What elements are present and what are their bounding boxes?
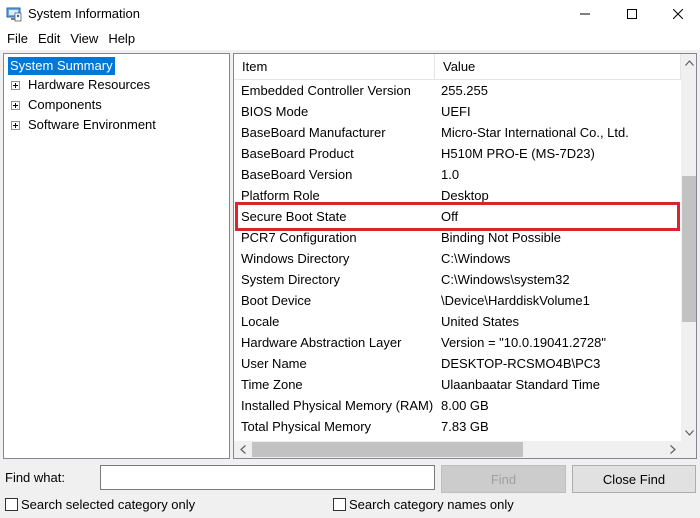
tree-item-software-environment[interactable]: Software Environment	[28, 116, 156, 134]
row-value: 1.0	[441, 167, 460, 182]
row-item: Embedded Controller Version	[241, 83, 411, 98]
row-item: Locale	[241, 314, 280, 329]
category-tree: System Summary Hardware Resources Compon…	[3, 53, 230, 459]
close-button[interactable]	[655, 0, 700, 28]
search-category-names-checkbox[interactable]	[333, 498, 346, 511]
row-value: United States	[441, 314, 520, 329]
row-value: Micro-Star International Co., Ltd.	[441, 125, 629, 140]
row-value: C:\Windows	[441, 251, 511, 266]
row-item: BaseBoard Product	[241, 146, 354, 161]
close-find-button[interactable]: Close Find	[572, 465, 696, 493]
horizontal-scrollbar[interactable]	[234, 441, 681, 458]
maximize-icon	[627, 9, 637, 19]
title-bar: System Information	[0, 0, 700, 28]
scroll-right-button[interactable]	[664, 441, 681, 458]
maximize-button[interactable]	[609, 0, 655, 28]
row-item: BaseBoard Version	[241, 167, 353, 182]
find-what-label: Find what:	[5, 470, 65, 485]
find-button[interactable]: Find	[441, 465, 566, 493]
row-value: UEFI	[441, 104, 471, 119]
tree-item-hardware-resources[interactable]: Hardware Resources	[28, 76, 150, 94]
tree-item-components[interactable]: Components	[28, 96, 102, 114]
column-header-item[interactable]: Item	[234, 54, 435, 80]
row-value: DESKTOP-RCSMO4B\PC3	[441, 356, 601, 371]
row-value: C:\Windows\system32	[441, 272, 570, 287]
chevron-up-icon	[685, 59, 694, 66]
expand-hardware-resources-icon[interactable]	[11, 81, 20, 90]
table-row[interactable]: Total Physical Memory 7.83 GB	[234, 416, 681, 437]
minimize-icon	[580, 13, 590, 15]
row-value: \Device\HarddiskVolume1	[441, 293, 590, 308]
table-row[interactable]: User Name DESKTOP-RCSMO4B\PC3	[234, 353, 681, 374]
minimize-button[interactable]	[562, 0, 608, 28]
vertical-scrollbar[interactable]	[681, 54, 696, 441]
chevron-right-icon	[669, 445, 676, 454]
column-header-value[interactable]: Value	[435, 54, 681, 80]
window-title: System Information	[28, 6, 140, 21]
table-row[interactable]: Windows Directory C:\Windows	[234, 248, 681, 269]
row-item: Total Physical Memory	[241, 419, 372, 434]
chevron-left-icon	[239, 445, 246, 454]
row-item: Hardware Abstraction Layer	[241, 335, 402, 350]
row-item: BIOS Mode	[241, 104, 309, 119]
table-row[interactable]: System Directory C:\Windows\system32	[234, 269, 681, 290]
tree-item-system-summary[interactable]: System Summary	[8, 57, 115, 75]
menu-bar: File Edit View Help	[0, 28, 700, 50]
row-value: Ulaanbaatar Standard Time	[441, 377, 600, 392]
table-row[interactable]: BaseBoard Manufacturer Micro-Star Interna…	[234, 122, 681, 143]
chevron-down-icon	[685, 429, 694, 436]
menu-help[interactable]: Help	[103, 29, 140, 49]
horizontal-scroll-thumb[interactable]	[252, 442, 523, 457]
find-what-input[interactable]	[100, 465, 435, 490]
system-information-icon	[6, 7, 22, 22]
scroll-up-button[interactable]	[681, 54, 696, 71]
menu-edit[interactable]: Edit	[33, 29, 65, 49]
secure-boot-highlight	[235, 202, 680, 231]
details-list: Item Value Embedded Controller Version 25…	[233, 53, 697, 459]
row-value: 255.255	[441, 83, 488, 98]
table-row[interactable]: Embedded Controller Version 255.255	[234, 80, 681, 101]
row-item: BaseBoard Manufacturer	[241, 125, 386, 140]
table-row[interactable]: BaseBoard Product H510M PRO-E (MS-7D23)	[234, 143, 681, 164]
expand-components-icon[interactable]	[11, 101, 20, 110]
table-row[interactable]: Installed Physical Memory (RAM) 8.00 GB	[234, 395, 681, 416]
scroll-down-button[interactable]	[681, 424, 696, 441]
row-item: System Directory	[241, 272, 340, 287]
search-selected-category-label: Search selected category only	[21, 497, 196, 512]
row-item: Boot Device	[241, 293, 312, 308]
table-row[interactable]: Locale United States	[234, 311, 681, 332]
table-row[interactable]: BaseBoard Version 1.0	[234, 164, 681, 185]
row-item: Time Zone	[241, 377, 303, 392]
row-item: Windows Directory	[241, 251, 350, 266]
scrollbar-corner	[681, 441, 696, 458]
row-item: User Name	[241, 356, 307, 371]
menu-view[interactable]: View	[65, 29, 103, 49]
table-row[interactable]: BIOS Mode UEFI	[234, 101, 681, 122]
row-item: Installed Physical Memory (RAM)	[241, 398, 434, 413]
expand-software-environment-icon[interactable]	[11, 121, 20, 130]
menu-file[interactable]: File	[2, 29, 33, 49]
row-value: 8.00 GB	[441, 398, 489, 413]
row-value: 7.83 GB	[441, 419, 489, 434]
row-value: H510M PRO-E (MS-7D23)	[441, 146, 595, 161]
scroll-left-button[interactable]	[234, 441, 251, 458]
table-row[interactable]: Time Zone Ulaanbaatar Standard Time	[234, 374, 681, 395]
table-row[interactable]: Boot Device \Device\HarddiskVolume1	[234, 290, 681, 311]
search-category-names-label: Search category names only	[349, 497, 514, 512]
close-icon	[673, 9, 683, 19]
table-row[interactable]: Hardware Abstraction Layer Version = "10.…	[234, 332, 681, 353]
row-value: Version = "10.0.19041.2728"	[441, 335, 607, 350]
vertical-scroll-thumb[interactable]	[682, 176, 696, 322]
search-selected-category-checkbox[interactable]	[5, 498, 18, 511]
